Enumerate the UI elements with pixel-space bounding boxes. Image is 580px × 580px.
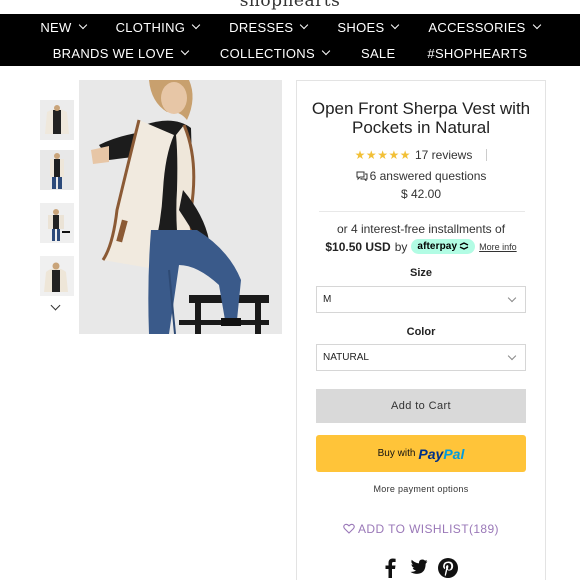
reviews-link[interactable]: 17 reviews bbox=[415, 148, 472, 162]
divider bbox=[319, 211, 525, 212]
nav-item-dresses[interactable]: DRESSES bbox=[229, 19, 309, 35]
paypal-buy-with: Buy with bbox=[377, 448, 416, 459]
main-nav: NEW CLOTHING DRESSES SHOES ACCESSORIES B… bbox=[0, 14, 580, 66]
thumbnail-2[interactable] bbox=[40, 150, 74, 190]
nav-item-label: BRANDS WE LOVE bbox=[52, 45, 174, 61]
questions-link[interactable]: 6 answered questions bbox=[297, 169, 545, 183]
paypal-logo: PayPal bbox=[418, 446, 464, 462]
afterpay-arrows-icon bbox=[459, 242, 469, 250]
add-to-cart-button[interactable]: Add to Cart bbox=[316, 389, 526, 423]
add-to-wishlist-button[interactable]: ADD TO WISHLIST(189) bbox=[297, 522, 545, 536]
thumbnail-image bbox=[40, 256, 74, 296]
pinterest-icon[interactable] bbox=[438, 558, 458, 578]
thumbnail-1[interactable] bbox=[40, 100, 74, 140]
afterpay-logo: afterpay bbox=[411, 239, 476, 254]
afterpay-more-info-link[interactable]: More info bbox=[479, 242, 517, 252]
facebook-icon[interactable] bbox=[384, 558, 396, 578]
color-value: NATURAL bbox=[323, 352, 369, 363]
paypal-logo-pal: Pal bbox=[443, 445, 465, 462]
thumbnail-4[interactable] bbox=[40, 256, 74, 296]
chevron-down-icon bbox=[78, 20, 87, 30]
wishlist-label: ADD TO WISHLIST bbox=[358, 522, 469, 536]
product-main-image[interactable] bbox=[79, 80, 282, 334]
nav-item-brands[interactable]: BRANDS WE LOVE bbox=[52, 45, 190, 61]
thumbnail-image bbox=[40, 100, 74, 140]
logo-strip: shophearts bbox=[0, 0, 580, 14]
chevron-down-icon bbox=[321, 46, 331, 56]
afterpay-line: $10.50 USD by afterpay More info bbox=[297, 239, 545, 254]
nav-item-sale[interactable]: SALE bbox=[361, 46, 395, 61]
size-label: Size bbox=[409, 267, 432, 279]
nav-item-shophearts[interactable]: #SHOPHEARTS bbox=[427, 46, 527, 61]
product-title: Open Front Sherpa Vest with Pockets in N… bbox=[311, 99, 531, 137]
heart-icon bbox=[343, 523, 355, 534]
size-select[interactable]: M bbox=[316, 286, 526, 313]
chevron-down-icon bbox=[191, 20, 201, 30]
nav-item-label: SHOES bbox=[337, 19, 385, 35]
chevron-down-icon bbox=[507, 351, 517, 361]
nav-item-label: ACCESSORIES bbox=[428, 19, 526, 35]
site-logo[interactable]: shophearts bbox=[0, 0, 580, 11]
chevron-down-icon bbox=[507, 293, 517, 303]
paypal-logo-pay: Pay bbox=[418, 445, 444, 462]
nav-row-2: BRANDS WE LOVE COLLECTIONS SALE #SHOPHEA… bbox=[0, 40, 580, 66]
nav-item-label: NEW bbox=[40, 19, 72, 35]
social-share bbox=[297, 558, 545, 578]
chevron-down-icon bbox=[300, 20, 309, 30]
twitter-icon[interactable] bbox=[406, 559, 428, 577]
chevron-down-icon bbox=[180, 46, 190, 56]
nav-item-label: DRESSES bbox=[229, 19, 294, 35]
chevron-down-icon bbox=[50, 300, 61, 311]
thumbnail-image bbox=[40, 203, 74, 243]
color-select[interactable]: NATURAL bbox=[316, 344, 526, 371]
wishlist-count: (189) bbox=[468, 522, 499, 536]
nav-item-accessories[interactable]: ACCESSORIES bbox=[428, 19, 541, 35]
installment-amount: $10.50 USD bbox=[325, 239, 391, 254]
chat-bubbles-icon bbox=[356, 171, 368, 182]
paypal-button[interactable]: Buy with PayPal bbox=[316, 435, 526, 472]
afterpay-logo-text: afterpay bbox=[417, 241, 458, 252]
questions-label: 6 answered questions bbox=[369, 169, 487, 183]
nav-item-clothing[interactable]: CLOTHING bbox=[115, 19, 201, 35]
installments-text: or 4 interest-free installments of bbox=[336, 222, 506, 236]
nav-item-label: SALE bbox=[360, 45, 396, 61]
nav-item-label: CLOTHING bbox=[115, 19, 186, 35]
star-rating-icon: ★★★★★ bbox=[354, 148, 411, 162]
nav-item-shoes[interactable]: SHOES bbox=[337, 19, 400, 35]
nav-item-label: COLLECTIONS bbox=[219, 45, 315, 61]
product-price: $ 42.00 bbox=[400, 187, 442, 201]
rating-row: ★★★★★ 17 reviews bbox=[297, 148, 545, 162]
nav-item-label: #SHOPHEARTS bbox=[427, 45, 528, 61]
product-photo bbox=[79, 80, 282, 334]
more-payment-options-link[interactable]: More payment options bbox=[297, 484, 545, 494]
afterpay-by: by bbox=[394, 239, 408, 254]
nav-item-collections[interactable]: COLLECTIONS bbox=[219, 45, 331, 61]
size-value: M bbox=[323, 294, 332, 305]
color-label: Color bbox=[406, 326, 436, 338]
chevron-down-icon bbox=[391, 20, 400, 30]
thumbnail-image bbox=[40, 150, 74, 190]
chevron-down-icon bbox=[532, 20, 541, 30]
nav-item-new[interactable]: NEW bbox=[40, 19, 87, 35]
rating-divider bbox=[486, 149, 488, 161]
nav-row-1: NEW CLOTHING DRESSES SHOES ACCESSORIES bbox=[0, 14, 580, 40]
product-info-panel: Open Front Sherpa Vest with Pockets in N… bbox=[296, 80, 546, 580]
thumbnail-next-button[interactable] bbox=[50, 300, 62, 313]
thumbnail-3[interactable] bbox=[40, 203, 74, 243]
